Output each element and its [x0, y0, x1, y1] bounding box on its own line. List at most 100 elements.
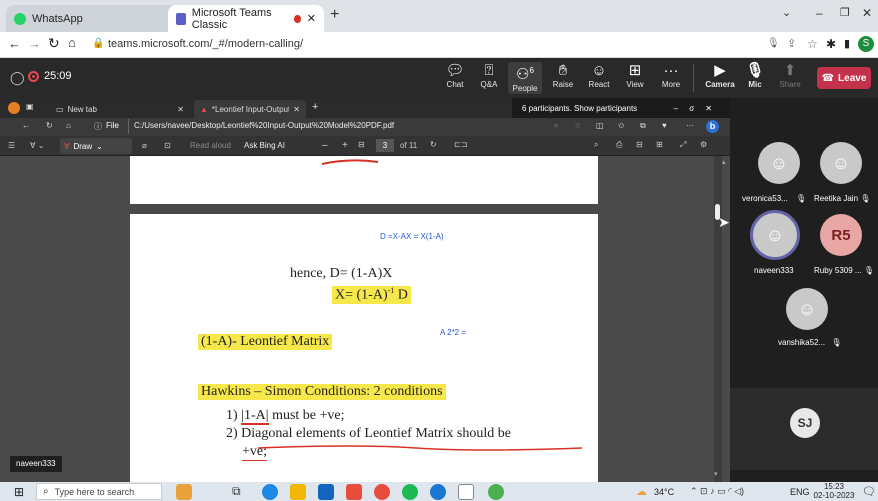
reload-icon[interactable]: ↻ [48, 35, 60, 52]
avatar[interactable]: ☺ [786, 288, 828, 330]
people-button[interactable]: ⚇6 People [508, 62, 542, 94]
condition-1-det: |1-A| [241, 408, 269, 425]
qa-button[interactable]: ⍰ Q&A [472, 62, 506, 89]
shared-tab-newtab[interactable]: ▭ New tab ✕ [50, 100, 190, 118]
highlight-icon[interactable]: ∀ ⌄ [30, 141, 44, 150]
avatar[interactable]: ☺ [758, 142, 800, 184]
camera-button[interactable]: ▶︎ Camera [703, 62, 737, 89]
chrome-app-icon[interactable] [488, 484, 504, 500]
temperature[interactable]: 34°C [654, 487, 674, 497]
draw-button[interactable]: ∀ Draw ⌄ [60, 138, 132, 154]
close-window-icon[interactable]: ✕ [862, 6, 872, 20]
avatar-speaking[interactable]: ☺ [750, 210, 800, 260]
two-page-icon[interactable]: ⊏⊐ [454, 140, 467, 149]
bing-icon[interactable]: b [706, 120, 719, 133]
avatar-initials[interactable]: R5 [820, 214, 862, 256]
mic-button[interactable]: 🎙︎ Mic [738, 62, 772, 89]
notepad-icon[interactable] [458, 484, 474, 500]
spotify-icon[interactable] [402, 484, 418, 500]
scroll-up-icon[interactable]: ▴ [722, 158, 726, 166]
zoom-out-icon[interactable]: – [322, 140, 328, 151]
tray-icons[interactable]: ⌃ ⊡ ♪ ▭ ◜ ◁) [690, 486, 744, 497]
browser-tab-whatsapp[interactable]: WhatsApp ✕ [6, 5, 192, 32]
pdf-scrollbar[interactable]: ▾ [714, 156, 722, 482]
save-icon[interactable]: ⊟ [636, 140, 643, 149]
chat-button[interactable]: 💬︎ Chat [438, 62, 472, 89]
raise-hand-button[interactable]: ✋︎ Raise [546, 62, 580, 89]
home-icon[interactable]: ⌂ [66, 121, 71, 130]
pen-underline [257, 445, 583, 451]
clock[interactable]: 15:23 02-10-2023 [812, 482, 856, 500]
favorites-icon[interactable]: ✩ [618, 121, 625, 130]
reload-icon[interactable]: ↻ [46, 121, 53, 130]
new-tab-icon[interactable]: + [330, 6, 339, 24]
view-button[interactable]: ⊞ View [618, 62, 652, 89]
extensions-icon[interactable]: ♥ [662, 121, 667, 130]
scroll-down-icon[interactable]: ▾ [714, 470, 718, 478]
fullscreen-icon[interactable]: ⤢ [680, 140, 686, 150]
window-controls-icon[interactable]: – σ ✕ [674, 104, 712, 113]
new-tab-icon[interactable]: + [312, 101, 318, 113]
avatar[interactable]: ☺ [820, 142, 862, 184]
read-aloud-button[interactable]: Read aloud [190, 141, 231, 150]
close-tab-icon[interactable]: ✕ [293, 105, 300, 114]
mic-permission-icon[interactable]: 🎙 [767, 38, 780, 49]
more-label: More [661, 80, 681, 89]
participants-tooltip[interactable]: 6 participants. Show participants – σ ✕ [512, 98, 730, 118]
sidepanel-icon[interactable]: ▮ [844, 37, 850, 50]
zoom-in-icon[interactable]: + [342, 140, 348, 151]
more-button[interactable]: ··· More [654, 62, 688, 89]
back-icon[interactable]: ← [22, 121, 30, 130]
chrome-profile-icon[interactable] [374, 484, 390, 500]
fit-page-icon[interactable]: ⊟ [358, 140, 365, 149]
settings-gear-icon[interactable]: ⚙ [700, 140, 707, 149]
notifications-icon[interactable]: 🗨 [862, 485, 876, 498]
split-icon[interactable]: ◫ [596, 121, 604, 130]
extensions-icon[interactable]: ✱ [826, 37, 836, 51]
chrome-icon[interactable] [346, 484, 362, 500]
rotate-icon[interactable]: ↻ [430, 140, 437, 149]
zoom-icon[interactable]: ⌕ [554, 121, 558, 131]
leave-button[interactable]: ☎ Leave [817, 67, 871, 89]
taskbar-search[interactable]: ⌕ Type here to search [36, 483, 162, 500]
shared-tab-pdf[interactable]: ▲ *Leontief Input-Output Model P ✕ [194, 100, 306, 118]
participant-name: naveen333 [754, 266, 794, 275]
react-button[interactable]: ☺ React [582, 62, 616, 89]
minimize-icon[interactable]: – [816, 6, 823, 20]
windows-start-icon[interactable]: ⊞ [14, 485, 24, 499]
back-icon[interactable]: ← [8, 36, 21, 51]
eraser-icon[interactable]: ⌀ [142, 141, 147, 150]
more-icon[interactable]: ··· [686, 121, 694, 130]
self-video-tile[interactable]: SJ [730, 388, 878, 470]
share-button[interactable]: ⬆ Share [773, 62, 807, 89]
collections-icon[interactable]: ⧉ [640, 121, 646, 131]
print-icon[interactable]: ⎙ [616, 140, 622, 150]
favorite-icon[interactable]: ☆ [574, 121, 581, 130]
contents-icon[interactable]: ☰ [8, 141, 15, 150]
ask-bing-button[interactable]: Ask Bing AI [244, 141, 285, 150]
pdf-path[interactable]: C:/Users/navee/Desktop/Leontief%20Input-… [134, 121, 394, 130]
tab-actions-icon[interactable]: ▣ [26, 102, 34, 111]
profile-avatar[interactable]: S [858, 36, 874, 52]
bookmark-star-icon[interactable]: ☆ [807, 37, 818, 51]
browser-tab-teams[interactable]: Microsoft Teams Classic ✕ [168, 5, 324, 32]
textbox-icon[interactable]: ⊡ [164, 141, 171, 150]
home-icon[interactable]: ⌂ [68, 35, 76, 50]
restore-icon[interactable]: ❐ [840, 6, 850, 19]
task-view-icon[interactable]: ⧉ [232, 484, 248, 500]
search-icon[interactable]: ⌕ [594, 140, 598, 150]
url-text[interactable]: teams.microsoft.com/_#/modern-calling/ [108, 38, 303, 50]
cortana-icon[interactable] [176, 484, 192, 500]
edge-icon[interactable] [262, 484, 278, 500]
media-player-icon[interactable] [430, 484, 446, 500]
close-tab-icon[interactable]: ✕ [177, 105, 184, 114]
page-number-input[interactable]: 3 [376, 139, 394, 152]
share-icon[interactable]: ⇪ [787, 37, 796, 50]
save-as-icon[interactable]: ⊞ [656, 140, 663, 149]
language-indicator[interactable]: ENG [790, 487, 810, 497]
file-explorer-icon[interactable] [290, 484, 306, 500]
mail-icon[interactable] [318, 484, 334, 500]
forward-icon[interactable]: → [28, 36, 41, 51]
close-tab-icon[interactable]: ✕ [307, 12, 316, 25]
tab-search-chevron-icon[interactable]: ⌄ [782, 6, 791, 19]
